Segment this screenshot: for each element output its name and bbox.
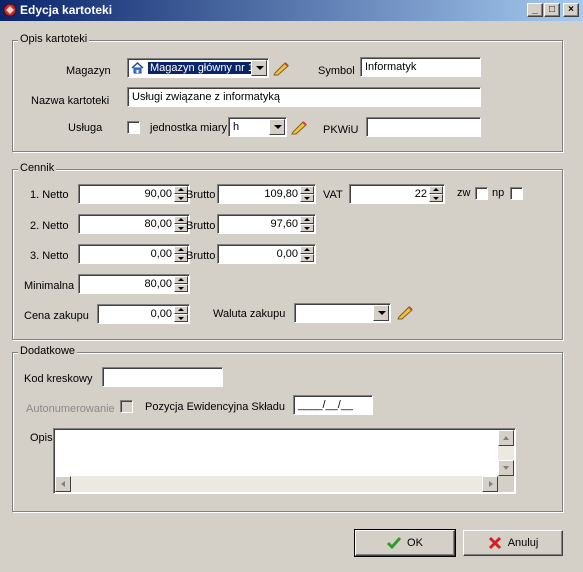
np-label: np	[492, 187, 505, 199]
kod-kreskowy-label: Kod kreskowy	[24, 373, 93, 385]
netto-3-label: 3. Netto	[30, 250, 69, 262]
opis-textarea[interactable]	[53, 428, 516, 494]
minimalna-value: 80,00	[144, 278, 172, 290]
house-icon	[131, 62, 144, 74]
opis-label: Opis	[30, 432, 53, 444]
magazyn-label: Magazyn	[66, 65, 111, 77]
waluta-dropdown-button[interactable]	[373, 305, 389, 321]
opis-vertical-scrollbar[interactable]	[498, 430, 514, 476]
opis-horizontal-scrollbar[interactable]	[55, 476, 498, 492]
pencil-icon[interactable]	[290, 119, 308, 135]
title-bar[interactable]: Edycja kartoteki _ □ ×	[0, 0, 583, 21]
maximize-button[interactable]: □	[544, 3, 560, 17]
minimalna-label: Minimalna	[24, 280, 75, 292]
vat-label: VAT	[323, 189, 343, 201]
opis-kartoteki-legend: Opis kartoteki	[18, 33, 90, 45]
cena-zakupu-label: Cena zakupu	[24, 310, 89, 322]
vat-input[interactable]: 22	[349, 184, 445, 204]
close-button[interactable]: ×	[563, 3, 579, 17]
brutto-2-input[interactable]: 97,60	[217, 214, 316, 234]
brutto-1-spinner[interactable]	[300, 186, 314, 202]
brutto-3-input[interactable]: 0,00	[217, 244, 316, 264]
x-icon	[488, 536, 501, 550]
netto-2-input[interactable]: 80,00	[78, 214, 190, 234]
netto-2-value: 80,00	[144, 218, 172, 230]
brutto-1-input[interactable]: 109,80	[217, 184, 316, 204]
cancel-button[interactable]: Anuluj	[463, 530, 563, 556]
brutto-3-value: 0,00	[276, 248, 298, 260]
waluta-zakupu-select[interactable]	[294, 303, 391, 323]
ok-label: OK	[407, 537, 423, 549]
netto-2-label: 2. Netto	[30, 220, 69, 232]
scroll-right-arrow[interactable]	[482, 476, 498, 492]
brutto-2-label: Brutto	[186, 220, 216, 232]
netto-3-value: 0,00	[150, 248, 172, 260]
pkwiu-input[interactable]	[366, 117, 481, 137]
minimalna-spinner[interactable]	[174, 276, 188, 292]
scroll-up-arrow[interactable]	[498, 430, 514, 446]
pkwiu-label: PKWiU	[323, 124, 359, 136]
minimize-button[interactable]: _	[527, 3, 543, 17]
zw-label: zw	[457, 187, 471, 199]
netto-1-label: 1. Netto	[30, 189, 69, 201]
pozycja-ewidencyjna-label: Pozycja Ewidencyjna Składu	[145, 401, 286, 413]
jednostka-miary-label: jednostka miary	[150, 122, 228, 134]
netto-1-input[interactable]: 90,00	[78, 184, 190, 204]
jednostka-miary-value: h	[233, 121, 240, 133]
check-icon	[387, 537, 402, 550]
magazyn-dropdown-button[interactable]	[251, 60, 267, 76]
dodatkowe-legend: Dodatkowe	[18, 345, 78, 357]
symbol-label: Symbol	[318, 65, 355, 77]
brutto-1-label: Brutto	[186, 189, 216, 201]
jednostka-miary-select[interactable]: h	[228, 117, 287, 137]
brutto-2-value: 97,60	[270, 218, 298, 230]
kod-kreskowy-input[interactable]	[102, 367, 223, 387]
vat-value: 22	[414, 188, 427, 200]
cena-zakupu-input[interactable]: 0,00	[97, 304, 190, 324]
magazyn-selected-value: Magazyn główny nr 1	[147, 61, 257, 75]
cena-zakupu-spinner[interactable]	[174, 306, 188, 322]
brutto-3-spinner[interactable]	[300, 246, 314, 262]
brutto-1-value: 109,80	[264, 188, 298, 200]
scrollbar-corner	[498, 476, 514, 492]
scroll-left-arrow[interactable]	[55, 476, 71, 492]
np-checkbox[interactable]	[510, 187, 523, 200]
waluta-zakupu-label: Waluta zakupu	[213, 308, 286, 320]
ok-button[interactable]: OK	[354, 529, 456, 557]
cancel-label: Anuluj	[507, 537, 539, 549]
cena-zakupu-value: 0,00	[150, 308, 172, 320]
symbol-input[interactable]: Informatyk	[360, 57, 481, 77]
pozycja-ewidencyjna-input[interactable]: ____/__/__	[293, 395, 373, 415]
netto-1-value: 90,00	[144, 188, 172, 200]
nazwa-kartoteki-input[interactable]: Usługi związane z informatyką	[127, 87, 481, 107]
autonumerowanie-label: Autonumerowanie	[26, 403, 115, 415]
magazyn-select[interactable]: Magazyn główny nr 1	[127, 58, 269, 78]
window-title: Edycja kartoteki	[20, 3, 113, 17]
usluga-checkbox[interactable]	[127, 121, 140, 134]
brutto-2-spinner[interactable]	[300, 216, 314, 232]
brutto-3-label: Brutto	[186, 250, 216, 262]
netto-3-input[interactable]: 0,00	[78, 244, 190, 264]
zw-checkbox[interactable]	[475, 187, 488, 200]
scroll-down-arrow[interactable]	[498, 460, 514, 476]
minimalna-input[interactable]: 80,00	[78, 274, 190, 294]
jednostka-dropdown-button[interactable]	[269, 119, 285, 135]
app-icon	[3, 3, 17, 17]
pencil-icon[interactable]	[396, 304, 414, 320]
usluga-label: Usługa	[68, 122, 103, 134]
autonumerowanie-checkbox[interactable]	[120, 400, 133, 413]
pencil-icon[interactable]	[272, 60, 290, 76]
nazwa-kartoteki-label: Nazwa kartoteki	[31, 95, 110, 107]
cennik-legend: Cennik	[18, 162, 57, 174]
vat-spinner[interactable]	[429, 186, 443, 202]
